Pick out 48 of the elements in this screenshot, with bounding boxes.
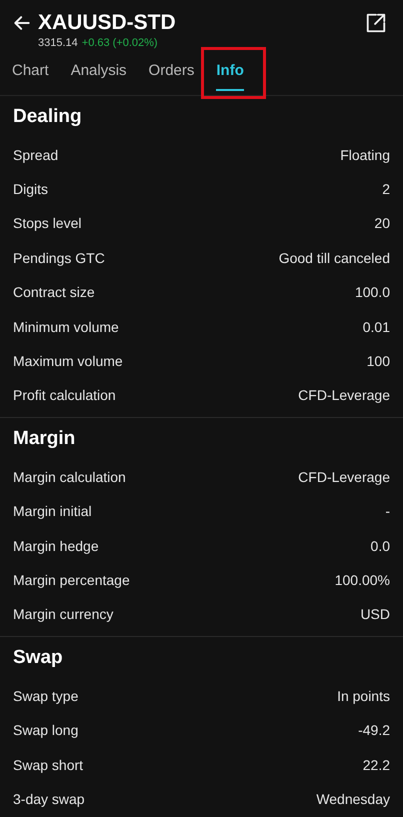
field-value: CFD-Leverage: [298, 468, 390, 487]
field-value: 2: [382, 180, 390, 200]
tab[interactable]: Chart: [12, 60, 49, 90]
back-button[interactable]: [12, 13, 32, 33]
section-title: Swap: [13, 646, 63, 670]
field-value: -49.2: [358, 721, 390, 740]
tab[interactable]: Orders: [148, 60, 194, 90]
field-label: Swap type: [13, 686, 78, 706]
field-value: 0.0: [370, 536, 390, 556]
field-label: Profit calculation: [13, 386, 116, 406]
field-value: Floating: [340, 146, 390, 165]
field-label: Margin currency: [13, 605, 114, 624]
price-change-text: +0.63 (+0.02%): [82, 36, 158, 50]
field-label: Contract size: [13, 283, 95, 302]
field-value: Wednesday: [316, 790, 390, 809]
tab[interactable]: Info: [216, 60, 244, 90]
back-arrow-icon: [12, 13, 32, 33]
field-label: Margin hedge: [13, 536, 99, 556]
field-label: Spread: [13, 146, 58, 165]
field-value: 20: [374, 214, 390, 234]
field-label: Digits: [13, 180, 48, 200]
field-value: 0.01: [362, 318, 390, 337]
field-label: Margin initial: [13, 502, 92, 522]
field-value: 22.2: [362, 756, 390, 775]
field-label: Margin calculation: [13, 468, 126, 487]
field-value: In points: [337, 686, 390, 706]
field-value: CFD-Leverage: [298, 386, 390, 406]
field-label: Swap long: [13, 721, 78, 740]
field-value: USD: [360, 605, 390, 624]
open-external-button[interactable]: [365, 12, 387, 34]
field-label: Maximum volume: [13, 352, 123, 372]
field-value: Good till canceled: [278, 248, 390, 268]
field-label: Stops level: [13, 214, 82, 234]
open-external-icon: [365, 12, 387, 34]
field-value: 100.00%: [334, 570, 390, 590]
field-label: Minimum volume: [13, 318, 119, 337]
section-title: Dealing: [13, 104, 82, 129]
field-label: Swap short: [13, 756, 84, 775]
tab[interactable]: Analysis: [70, 60, 127, 90]
price-text: 3315.14: [38, 36, 78, 50]
field-value: 100.0: [354, 283, 390, 302]
field-label: Pendings GTC: [13, 248, 105, 268]
field-label: Margin percentage: [13, 570, 130, 590]
section-title: Margin: [13, 426, 76, 451]
symbol-title: XAUUSD-STD: [38, 10, 176, 36]
field-value: 100: [366, 352, 390, 372]
field-label: 3-day swap: [13, 790, 85, 809]
field-value: -: [385, 502, 390, 522]
